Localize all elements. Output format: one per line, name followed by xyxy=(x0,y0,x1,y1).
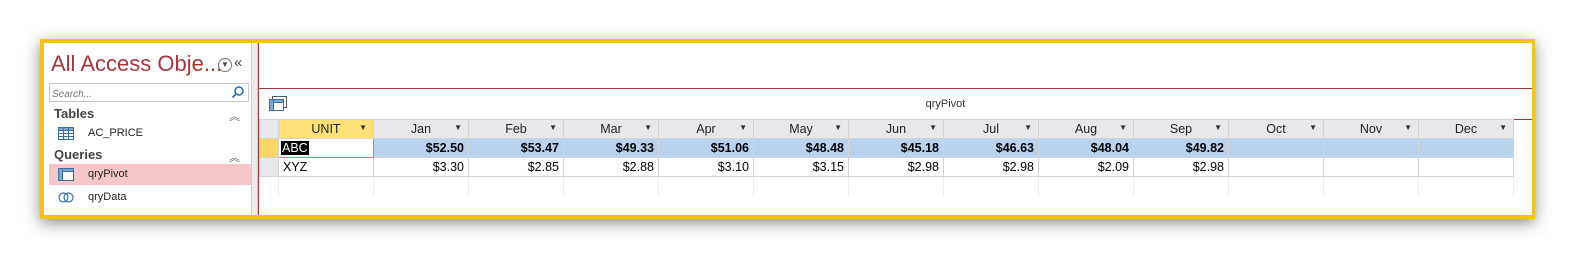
cell-value[interactable]: $48.04 xyxy=(1038,138,1134,158)
cell-value[interactable]: $3.15 xyxy=(753,157,849,177)
cell-value[interactable]: $2.98 xyxy=(848,157,944,177)
table-row[interactable]: ABC $52.50 $53.47 $49.33 $51.06 $48.48 $… xyxy=(259,138,1514,158)
cell-value[interactable]: $3.30 xyxy=(373,157,469,177)
dropdown-arrow-icon[interactable]: ▼ xyxy=(739,123,747,132)
dropdown-arrow-icon[interactable]: ▼ xyxy=(834,123,842,132)
datasheet-grid: UNIT ▼ Jan ▼ Feb ▼ Mar ▼ Apr ▼ May ▼ Jun ▼ Jul ▼… xyxy=(259,119,1514,196)
column-header-jul[interactable]: Jul ▼ xyxy=(943,119,1039,139)
chevron-up-icon[interactable]: ︽ xyxy=(229,108,240,124)
cell-value[interactable]: $2.09 xyxy=(1038,157,1134,177)
cell-value[interactable]: $3.10 xyxy=(658,157,754,177)
column-header-sep[interactable]: Sep ▼ xyxy=(1133,119,1229,139)
nav-item-label: qryData xyxy=(88,191,127,203)
cell-unit[interactable]: XYZ xyxy=(278,157,374,177)
column-header-unit[interactable]: UNIT ▼ xyxy=(278,119,374,139)
search-input[interactable] xyxy=(50,87,222,102)
nav-item-ac-price[interactable]: AC_PRICE xyxy=(49,123,251,144)
column-header-apr[interactable]: Apr ▼ xyxy=(658,119,754,139)
column-header-mar[interactable]: Mar ▼ xyxy=(563,119,659,139)
cell-value[interactable]: $49.33 xyxy=(563,138,659,158)
dropdown-arrow-icon[interactable]: ▼ xyxy=(929,123,937,132)
cell-value[interactable]: $2.98 xyxy=(1133,157,1229,177)
dropdown-arrow-icon[interactable]: ▼ xyxy=(1119,123,1127,132)
crosstab-query-icon xyxy=(58,168,74,181)
dropdown-arrow-icon[interactable]: ▼ xyxy=(644,123,652,132)
cell-value[interactable]: $52.50 xyxy=(373,138,469,158)
cell-value[interactable] xyxy=(1418,138,1514,158)
dropdown-arrow-icon[interactable]: ▼ xyxy=(1404,123,1412,132)
cell-value[interactable] xyxy=(1418,157,1514,177)
column-header-oct[interactable]: Oct ▼ xyxy=(1228,119,1324,139)
cell-value[interactable] xyxy=(1323,157,1419,177)
search-icon[interactable] xyxy=(231,85,245,99)
navigation-pane: All Access Obje... ▼ « Tables ︽ AC_PRICE… xyxy=(44,43,251,215)
dropdown-arrow-icon[interactable]: ▼ xyxy=(1214,123,1222,132)
nav-item-label: qryPivot xyxy=(88,168,128,180)
pane-splitter[interactable] xyxy=(251,43,258,215)
record-selector[interactable] xyxy=(259,138,279,158)
record-selector[interactable] xyxy=(259,157,279,177)
collapse-pane-icon[interactable]: « xyxy=(234,54,242,71)
document-title: qryPivot xyxy=(925,98,966,110)
cell-value[interactable]: $51.06 xyxy=(658,138,754,158)
document-tab-bar: qryPivot xyxy=(259,88,1532,120)
document-area: qryPivot UNIT ▼ Jan ▼ Feb ▼ Mar ▼ Apr ▼ May ▼ … xyxy=(258,43,1532,215)
dropdown-arrow-icon[interactable]: ▼ xyxy=(1024,123,1032,132)
dropdown-arrow-icon[interactable]: ▼ xyxy=(1499,123,1507,132)
table-row[interactable]: XYZ $3.30 $2.85 $2.88 $3.10 $3.15 $2.98 … xyxy=(259,157,1514,177)
column-header-feb[interactable]: Feb ▼ xyxy=(468,119,564,139)
access-window: All Access Obje... ▼ « Tables ︽ AC_PRICE… xyxy=(40,39,1535,219)
chevron-up-icon[interactable]: ︽ xyxy=(229,149,240,165)
group-header-queries[interactable]: Queries xyxy=(54,147,102,162)
column-header-dec[interactable]: Dec ▼ xyxy=(1418,119,1514,139)
search-box xyxy=(49,83,249,102)
dropdown-arrow-icon[interactable]: ▼ xyxy=(454,123,462,132)
dropdown-arrow-icon[interactable]: ▼ xyxy=(549,123,557,132)
table-icon xyxy=(58,127,74,140)
cell-value[interactable] xyxy=(1228,157,1324,177)
column-header-aug[interactable]: Aug ▼ xyxy=(1038,119,1134,139)
cell-value[interactable]: $45.18 xyxy=(848,138,944,158)
cell-value[interactable]: $49.82 xyxy=(1133,138,1229,158)
nav-item-qrydata[interactable]: qryData xyxy=(49,187,251,208)
nav-item-label: AC_PRICE xyxy=(88,127,144,139)
nav-pane-title[interactable]: All Access Obje... xyxy=(51,51,222,77)
dropdown-arrow-icon[interactable]: ▼ xyxy=(359,123,367,132)
select-query-icon xyxy=(58,192,74,203)
cell-value[interactable]: $48.48 xyxy=(753,138,849,158)
dropdown-arrow-icon[interactable]: ▼ xyxy=(1309,123,1317,132)
cell-unit[interactable]: ABC xyxy=(278,138,374,158)
cell-value[interactable] xyxy=(1323,138,1419,158)
cell-value[interactable]: $2.85 xyxy=(468,157,564,177)
column-header-jan[interactable]: Jan ▼ xyxy=(373,119,469,139)
cell-value[interactable]: $53.47 xyxy=(468,138,564,158)
empty-row xyxy=(259,176,1514,196)
select-all-corner[interactable] xyxy=(259,119,279,139)
cell-value[interactable]: $2.98 xyxy=(943,157,1039,177)
column-header-may[interactable]: May ▼ xyxy=(753,119,849,139)
cell-value[interactable]: $46.63 xyxy=(943,138,1039,158)
column-header-jun[interactable]: Jun ▼ xyxy=(848,119,944,139)
group-header-tables[interactable]: Tables xyxy=(54,106,94,121)
cell-value[interactable] xyxy=(1228,138,1324,158)
column-header-nov[interactable]: Nov ▼ xyxy=(1323,119,1419,139)
nav-item-qrypivot[interactable]: qryPivot xyxy=(49,164,251,185)
chevron-down-icon[interactable]: ▼ xyxy=(218,58,232,72)
cell-value[interactable]: $2.88 xyxy=(563,157,659,177)
